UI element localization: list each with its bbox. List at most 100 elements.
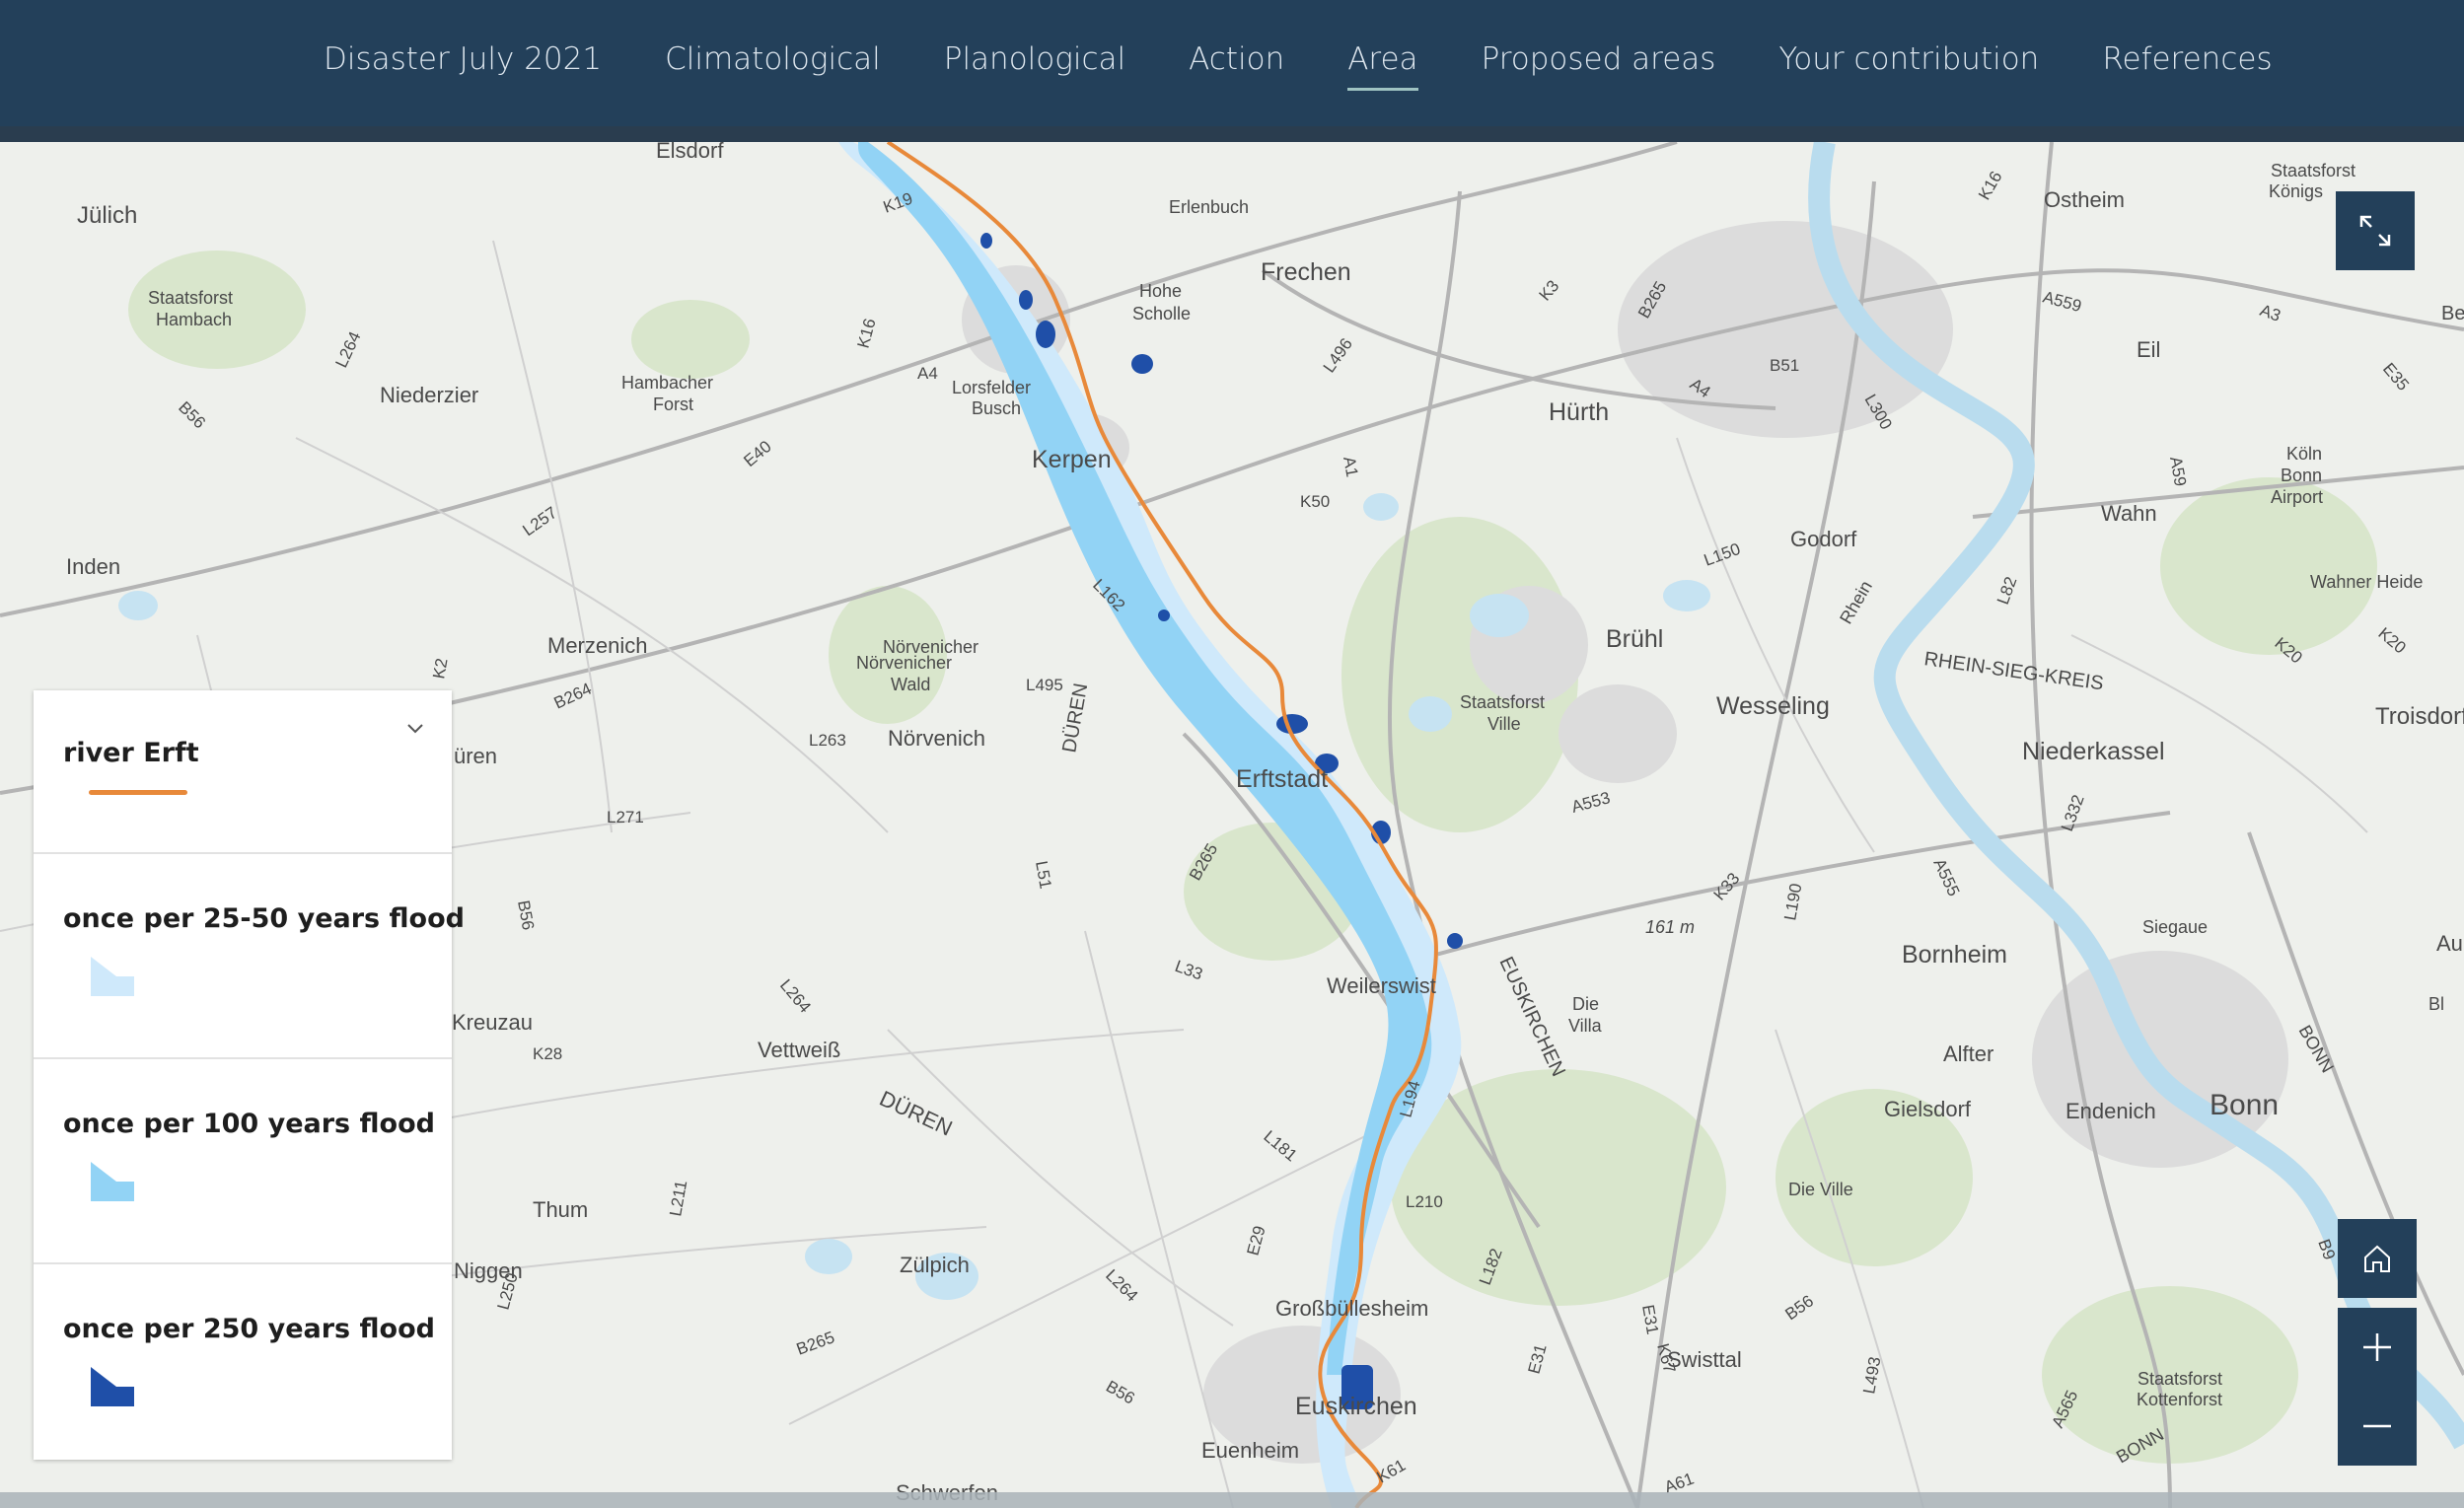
svg-text:L263: L263 <box>809 731 846 750</box>
label-elevation: 161 m <box>1645 917 1695 937</box>
label-zulpich: Zülpich <box>900 1253 970 1277</box>
label-eil: Eil <box>2137 337 2160 362</box>
nav-item-area[interactable]: Area <box>1347 41 1418 91</box>
nav-item-planological[interactable]: Planological <box>944 41 1125 77</box>
label-godorf: Godorf <box>1790 527 1857 551</box>
label-norvenich: Nörvenich <box>888 726 985 751</box>
legend-item-river-erft: river Erft <box>34 690 452 854</box>
legend-swatch-flood-250 <box>91 1367 134 1406</box>
svg-text:L495: L495 <box>1026 676 1063 694</box>
label-alfter: Alfter <box>1943 1041 1993 1066</box>
expand-icon <box>2359 215 2391 247</box>
label-julich: Jülich <box>77 202 137 229</box>
legend-label-river-erft: river Erft <box>63 738 199 768</box>
svg-text:A4: A4 <box>917 364 938 383</box>
nav-item-your-contribution[interactable]: Your contribution <box>1778 41 2039 77</box>
label-kottenforst: Kottenforst <box>2137 1390 2222 1409</box>
svg-text:A1: A1 <box>1340 455 1361 478</box>
home-icon <box>2364 1245 2390 1272</box>
label-koln: Köln <box>2286 444 2322 464</box>
label-troisdorf: Troisdorf <box>2375 703 2464 730</box>
svg-text:K2: K2 <box>429 657 451 681</box>
legend-label-flood-100: once per 100 years flood <box>63 1109 435 1139</box>
label-weilerswist: Weilerswist <box>1327 973 1436 998</box>
label-au: Au <box>2436 931 2463 956</box>
label-endenich: Endenich <box>2065 1099 2156 1123</box>
label-euenheim: Euenheim <box>1201 1438 1299 1463</box>
top-navigation: Disaster July 2021 Climatological Planol… <box>0 0 2464 129</box>
nav-item-action[interactable]: Action <box>1189 41 1284 77</box>
label-airport: Airport <box>2271 487 2323 507</box>
nav-item-proposed-areas[interactable]: Proposed areas <box>1482 41 1716 77</box>
svg-text:K28: K28 <box>533 1044 562 1063</box>
label-die: Die <box>1572 994 1599 1014</box>
legend-swatch-flood-25-50 <box>91 957 134 996</box>
label-norvenicher-2: Nörvenicher <box>856 653 952 673</box>
legend-swatch-river-erft <box>89 790 187 795</box>
label-die-ville: Die Ville <box>1788 1180 1853 1199</box>
legend-item-flood-100: once per 100 years flood <box>34 1059 452 1264</box>
svg-text:L210: L210 <box>1406 1192 1443 1211</box>
label-niederzier: Niederzier <box>380 383 478 407</box>
label-ville: Ville <box>1487 714 1521 734</box>
label-staatsforst-ville: Staatsforst <box>1460 692 1545 712</box>
label-euskirchen: Euskirchen <box>1295 1393 1417 1420</box>
chevron-down-icon[interactable] <box>404 718 426 740</box>
label-lorsfelder: Lorsfelder <box>952 378 1031 397</box>
label-staatsforst-kottenforst: Staatsforst <box>2138 1369 2222 1389</box>
label-gielsdorf: Gielsdorf <box>1884 1097 1972 1121</box>
label-thum: Thum <box>533 1197 588 1222</box>
label-elsdorf: Elsdorf <box>656 142 724 163</box>
nav-item-climatological[interactable]: Climatological <box>665 41 881 77</box>
label-bornheim: Bornheim <box>1902 941 2007 969</box>
label-erftstadt: Erftstadt <box>1236 765 1328 793</box>
label-merzenich: Merzenich <box>547 633 647 658</box>
home-button[interactable] <box>2338 1219 2417 1298</box>
legend-label-flood-250: once per 250 years flood <box>63 1314 435 1344</box>
legend-label-flood-25-50: once per 25-50 years flood <box>63 903 465 934</box>
label-wald: Wald <box>891 675 930 694</box>
label-konigs: Königs <box>2269 181 2323 201</box>
legend-item-flood-25-50: once per 25-50 years flood <box>34 854 465 1059</box>
legend-swatch-flood-100 <box>91 1162 134 1201</box>
label-berg: Berg <box>2441 303 2464 324</box>
svg-text:K50: K50 <box>1300 492 1330 511</box>
nav-divider <box>0 126 2464 142</box>
zoom-in-button[interactable] <box>2338 1308 2417 1387</box>
label-hohe: Hohe <box>1139 281 1182 301</box>
label-busch: Busch <box>972 398 1021 418</box>
label-bonn: Bonn <box>2210 1089 2279 1121</box>
nav-item-references[interactable]: References <box>2102 41 2272 77</box>
zoom-in-icon <box>2363 1333 2391 1361</box>
label-kreuzau: Kreuzau <box>452 1010 533 1035</box>
label-grossbullesheim: Großbüllesheim <box>1275 1296 1428 1321</box>
nav-item-disaster[interactable]: Disaster July 2021 <box>324 41 602 77</box>
label-bl: Bl <box>2428 994 2444 1014</box>
label-vettweiss: Vettweiß <box>758 1038 840 1062</box>
label-staatsforst-hambach: Staatsforst <box>148 288 233 308</box>
label-bonn-word: Bonn <box>2281 466 2322 485</box>
label-wesseling: Wesseling <box>1716 692 1830 720</box>
legend-item-flood-250: once per 250 years flood <box>34 1264 452 1462</box>
label-ostheim: Ostheim <box>2044 187 2125 212</box>
label-staatsforst-konigsforst: Staatsforst <box>2271 161 2355 180</box>
attribution-bar <box>0 1492 2464 1508</box>
label-bruhl: Brühl <box>1606 625 1663 653</box>
svg-text:B51: B51 <box>1770 356 1799 375</box>
label-frechen: Frechen <box>1261 258 1351 286</box>
label-hurth: Hürth <box>1549 398 1609 426</box>
label-wahner-heide: Wahner Heide <box>2310 572 2423 592</box>
label-niederkassel: Niederkassel <box>2022 738 2165 765</box>
label-inden: Inden <box>66 554 120 579</box>
label-hambach: Hambach <box>156 310 232 329</box>
legend-panel: river Erft once per 25-50 years flood on… <box>34 690 465 1462</box>
label-siegaue: Siegaue <box>2142 917 2208 937</box>
label-scholle: Scholle <box>1132 304 1191 323</box>
zoom-out-button[interactable] <box>2338 1387 2417 1466</box>
expand-button[interactable] <box>2336 191 2415 270</box>
label-hambacher-forst: Hambacher <box>621 373 713 393</box>
svg-text:L271: L271 <box>607 808 644 826</box>
label-uren: üren <box>454 744 497 768</box>
label-wahn: Wahn <box>2101 501 2157 526</box>
label-forst: Forst <box>653 395 693 414</box>
